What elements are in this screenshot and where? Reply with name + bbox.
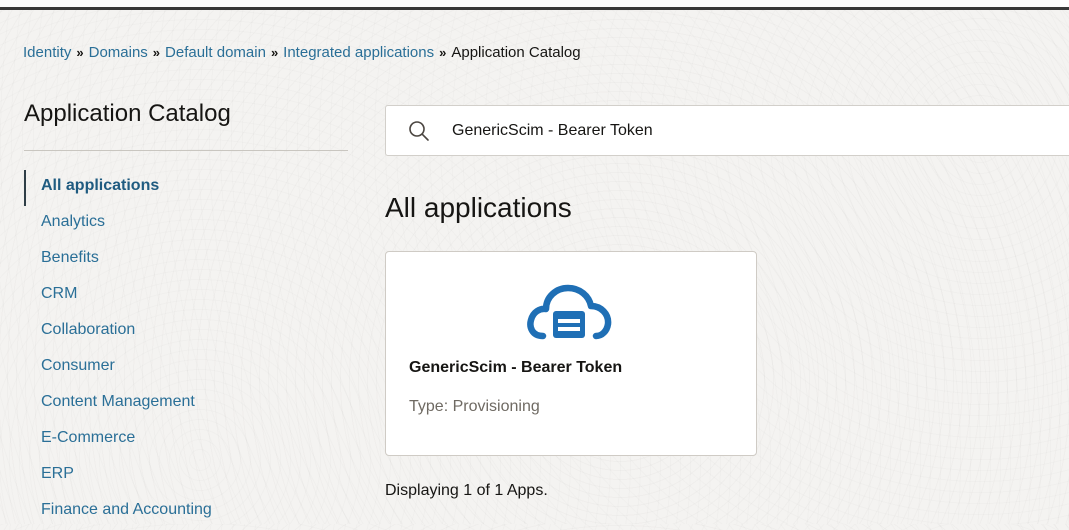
breadcrumb-domains[interactable]: Domains <box>89 44 148 61</box>
breadcrumb-current: Application Catalog <box>451 44 581 61</box>
category-nav: All applications Analytics Benefits CRM … <box>24 170 344 530</box>
nav-item-benefits[interactable]: Benefits <box>24 242 344 278</box>
search-box[interactable] <box>385 105 1069 156</box>
nav-item-crm[interactable]: CRM <box>24 278 344 314</box>
nav-item-e-commerce[interactable]: E-Commerce <box>24 422 344 458</box>
breadcrumb-separator: » <box>76 45 84 60</box>
app-type: Type: Provisioning <box>409 398 540 415</box>
breadcrumb-separator: » <box>152 45 161 60</box>
nav-item-finance-and-accounting[interactable]: Finance and Accounting <box>24 494 344 530</box>
top-bar <box>0 0 1069 10</box>
breadcrumb-identity[interactable]: Identity <box>23 44 71 61</box>
nav-item-erp[interactable]: ERP <box>24 458 344 494</box>
breadcrumb-separator: » <box>270 45 279 60</box>
breadcrumb-default-domain[interactable]: Default domain <box>165 44 266 61</box>
nav-item-all-applications[interactable]: All applications <box>24 170 344 206</box>
nav-item-consumer[interactable]: Consumer <box>24 350 344 386</box>
cloud-app-icon <box>526 278 612 346</box>
results-count: Displaying 1 of 1 Apps. <box>385 482 548 499</box>
app-card[interactable]: GenericScim - Bearer Token Type: Provisi… <box>385 251 757 456</box>
search-input[interactable] <box>452 118 1052 144</box>
nav-item-content-management[interactable]: Content Management <box>24 386 344 422</box>
sidebar-divider <box>24 150 348 151</box>
breadcrumb-integrated-applications[interactable]: Integrated applications <box>283 44 434 61</box>
breadcrumb-separator: » <box>439 45 447 60</box>
search-icon <box>408 120 430 142</box>
breadcrumb: Identity » Domains » Default domain » In… <box>23 44 581 61</box>
sidebar-title: Application Catalog <box>24 100 231 127</box>
page-heading: All applications <box>385 192 572 223</box>
app-name: GenericScim - Bearer Token <box>409 359 623 376</box>
nav-item-analytics[interactable]: Analytics <box>24 206 344 242</box>
nav-item-collaboration[interactable]: Collaboration <box>24 314 344 350</box>
